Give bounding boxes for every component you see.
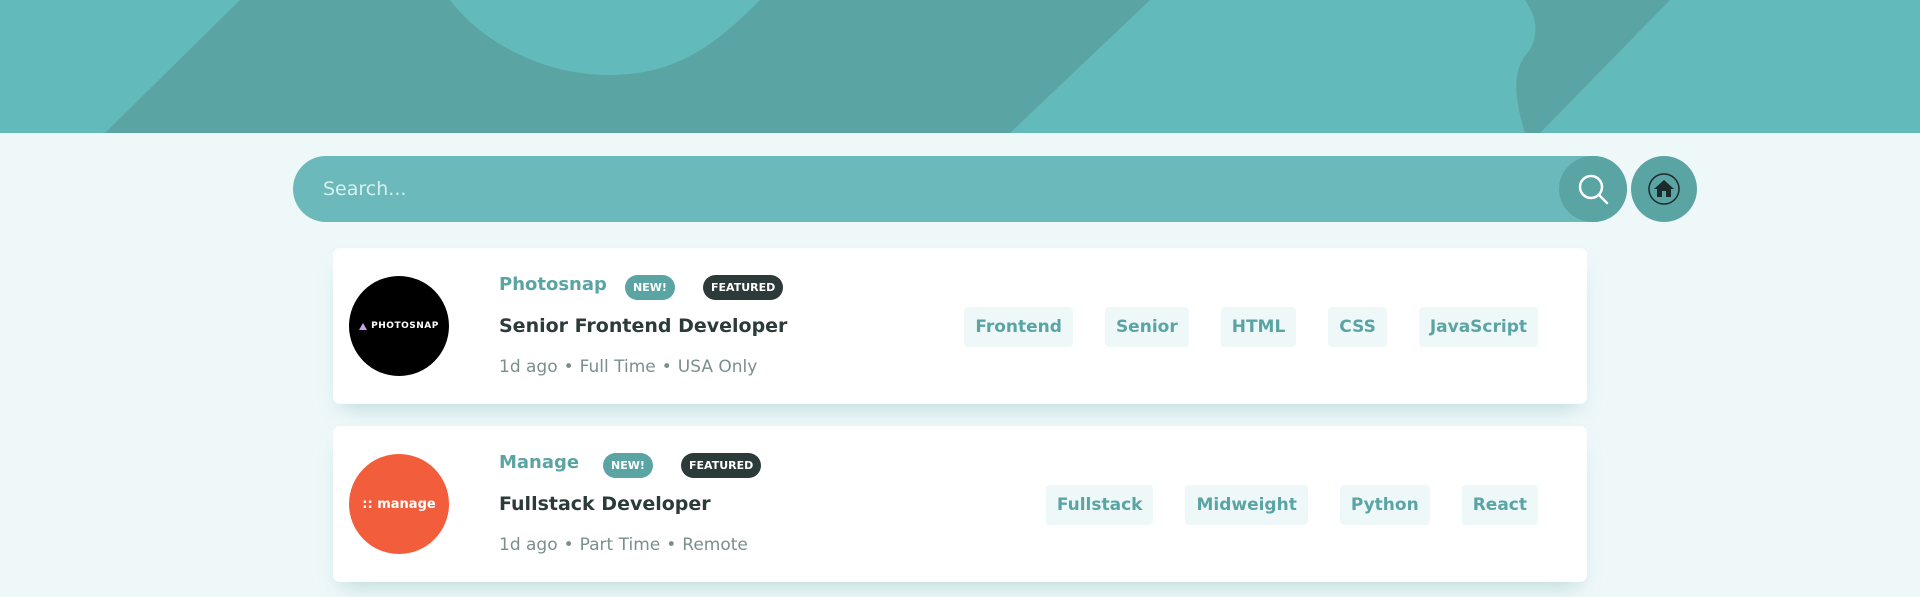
search-bar [293,156,1627,222]
tag-list: Frontend Senior HTML CSS JavaScript [964,307,1538,347]
tag-list: Fullstack Midweight Python React [1045,485,1538,525]
tag-button[interactable]: Senior [1104,307,1189,347]
tag-button[interactable]: Fullstack [1045,485,1154,525]
job-card[interactable]: :: manage Manage NEW! FEATURED Fullstack… [333,426,1587,582]
posted-time: 1d ago [499,535,558,555]
triangle-icon [359,322,368,330]
job-meta: 1d ago • Part Time • Remote [499,535,748,555]
tag-button[interactable]: CSS [1328,307,1387,347]
logo-text: PHOTOSNAP [371,321,439,331]
header-pattern [0,0,1920,133]
tag-button[interactable]: React [1461,485,1538,525]
new-badge: NEW! [603,453,653,478]
contract-type: Full Time [579,357,656,377]
job-location: Remote [682,535,748,555]
header-banner [0,0,1920,133]
company-name[interactable]: Photosnap [499,274,607,295]
tag-button[interactable]: Python [1339,485,1430,525]
tag-button[interactable]: JavaScript [1418,307,1538,347]
new-badge: NEW! [625,275,675,300]
contract-type: Part Time [579,535,661,555]
tag-button[interactable]: Midweight [1185,485,1308,525]
separator-dot: • [563,535,574,555]
separator-dot: • [661,357,672,377]
logo-text: :: manage [362,496,436,512]
search-input[interactable] [293,156,1553,222]
tag-button[interactable]: HTML [1220,307,1297,347]
company-name[interactable]: Manage [499,452,579,473]
separator-dot: • [666,535,677,555]
home-icon [1648,173,1680,205]
tag-button[interactable]: Frontend [964,307,1073,347]
job-location: USA Only [677,357,758,377]
company-logo: PHOTOSNAP [349,276,449,376]
featured-badge: FEATURED [681,453,762,478]
job-title[interactable]: Senior Frontend Developer [499,315,787,337]
featured-badge: FEATURED [703,275,784,300]
home-button[interactable] [1631,156,1697,222]
job-card[interactable]: PHOTOSNAP Photosnap NEW! FEATURED Senior… [333,248,1587,404]
search-icon [1578,174,1609,205]
company-logo: :: manage [349,454,449,554]
job-title[interactable]: Fullstack Developer [499,493,711,515]
search-button[interactable] [1559,156,1627,222]
posted-time: 1d ago [499,357,558,377]
job-meta: 1d ago • Full Time • USA Only [499,357,757,377]
separator-dot: • [563,357,574,377]
